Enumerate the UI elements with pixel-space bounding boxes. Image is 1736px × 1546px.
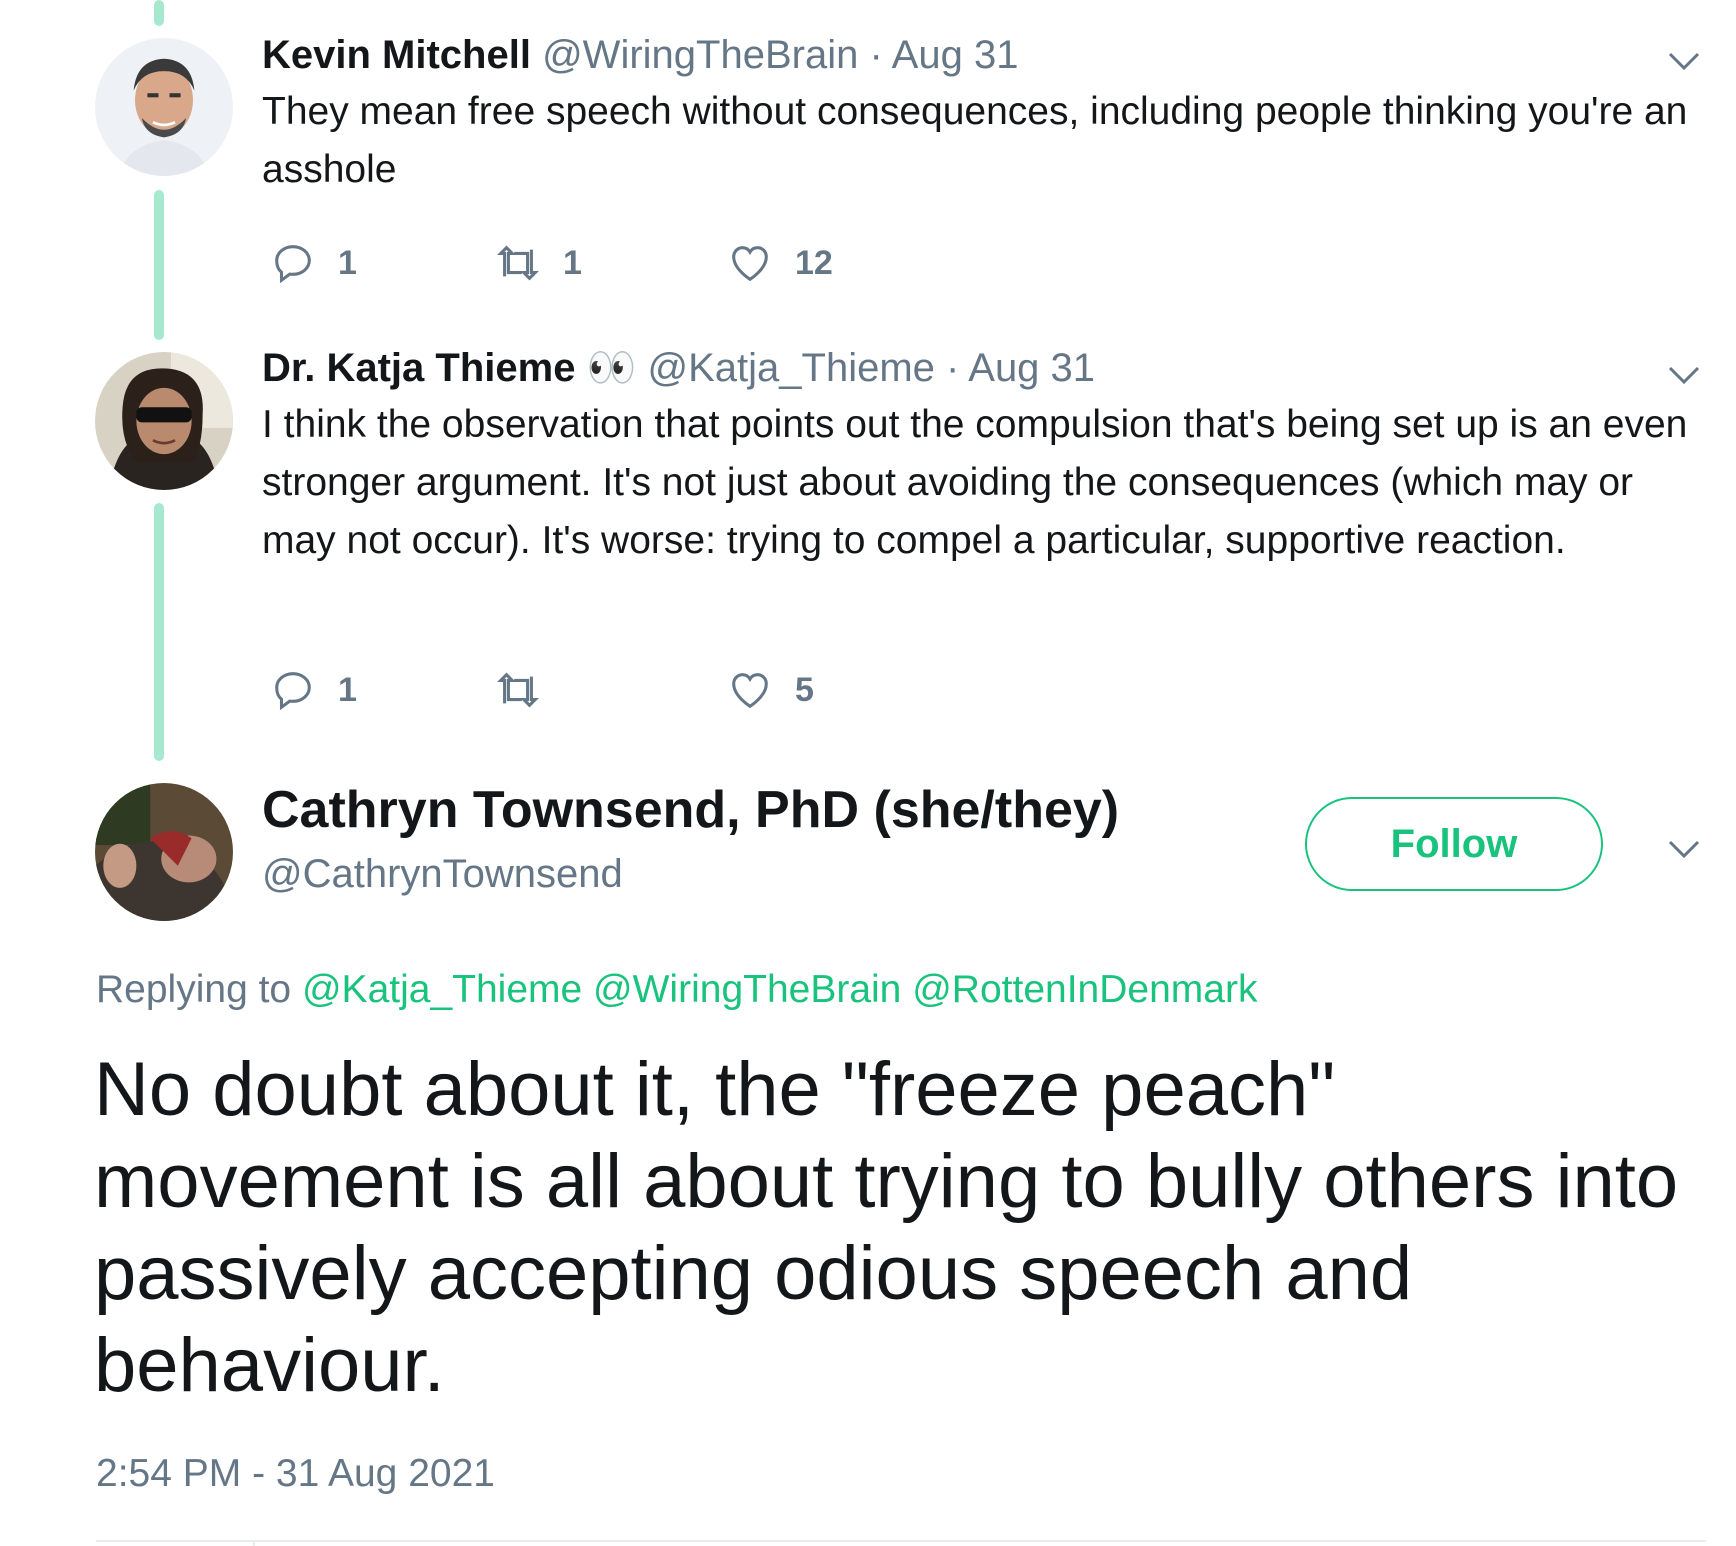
tweet-text: They mean free speech without consequenc… bbox=[262, 90, 1688, 191]
reply-button[interactable]: 1 bbox=[270, 667, 357, 713]
replying-to: Replying to @Katja_Thieme @WiringTheBrai… bbox=[96, 968, 1257, 1012]
retweet-count: 1 bbox=[563, 243, 582, 282]
avatar[interactable] bbox=[95, 352, 233, 490]
user-handle[interactable]: @CathrynTownsend bbox=[262, 852, 623, 897]
retweet-icon bbox=[497, 672, 539, 708]
tweet-header: Kevin Mitchell @WiringTheBrain · Aug 31 bbox=[262, 31, 1018, 79]
tweet-header: Dr. Katja Thieme 👀 @Katja_Thieme · Aug 3… bbox=[262, 344, 1095, 392]
user-handle[interactable]: @Katja_Thieme bbox=[648, 346, 935, 390]
like-count: 5 bbox=[795, 670, 814, 709]
chevron-down-icon[interactable] bbox=[1664, 828, 1704, 868]
like-button[interactable]: 12 bbox=[727, 240, 833, 286]
tweet-text: No doubt about it, the "freeze peach" mo… bbox=[94, 1047, 1679, 1408]
user-handle[interactable]: @WiringTheBrain bbox=[542, 33, 858, 77]
reply-icon bbox=[275, 245, 311, 284]
avatar[interactable] bbox=[95, 783, 233, 921]
reply-button[interactable]: 1 bbox=[270, 240, 357, 286]
tweet-date[interactable]: · Aug 31 bbox=[869, 33, 1018, 77]
thread-line-1 bbox=[154, 190, 164, 340]
reply-icon bbox=[275, 672, 311, 711]
thread-line-top bbox=[154, 0, 164, 26]
retweet-button[interactable] bbox=[495, 667, 563, 713]
reply-count: 1 bbox=[338, 670, 357, 709]
reply-count: 1 bbox=[338, 243, 357, 282]
display-name[interactable]: Kevin Mitchell bbox=[262, 33, 531, 77]
tweet-text: I think the observation that points out … bbox=[262, 403, 1688, 562]
avatar[interactable] bbox=[95, 38, 233, 176]
mention-link[interactable]: @WiringTheBrain bbox=[593, 968, 901, 1011]
like-icon bbox=[732, 246, 768, 282]
like-button[interactable]: 5 bbox=[727, 667, 814, 713]
divider bbox=[253, 1540, 255, 1546]
like-count: 12 bbox=[795, 243, 833, 282]
mention-link[interactable]: @Katja_Thieme bbox=[302, 968, 582, 1011]
replying-prefix: Replying to bbox=[96, 968, 292, 1011]
thread-line-2 bbox=[154, 503, 164, 761]
display-name[interactable]: Dr. Katja Thieme bbox=[262, 346, 575, 390]
mention-link[interactable]: @RottenInDenmark bbox=[912, 968, 1257, 1011]
divider bbox=[96, 1540, 1706, 1542]
display-name[interactable]: Cathryn Townsend, PhD (she/they) bbox=[262, 780, 1119, 840]
retweet-button[interactable]: 1 bbox=[495, 240, 582, 286]
follow-button[interactable]: Follow bbox=[1305, 797, 1603, 891]
tweet-timestamp[interactable]: 2:54 PM - 31 Aug 2021 bbox=[96, 1452, 495, 1496]
retweet-icon bbox=[497, 245, 539, 281]
eyes-emoji: 👀 bbox=[586, 346, 637, 390]
chevron-down-icon[interactable] bbox=[1664, 40, 1704, 80]
chevron-down-icon[interactable] bbox=[1664, 354, 1704, 394]
tweet-date[interactable]: · Aug 31 bbox=[946, 346, 1095, 390]
like-icon bbox=[732, 673, 768, 709]
